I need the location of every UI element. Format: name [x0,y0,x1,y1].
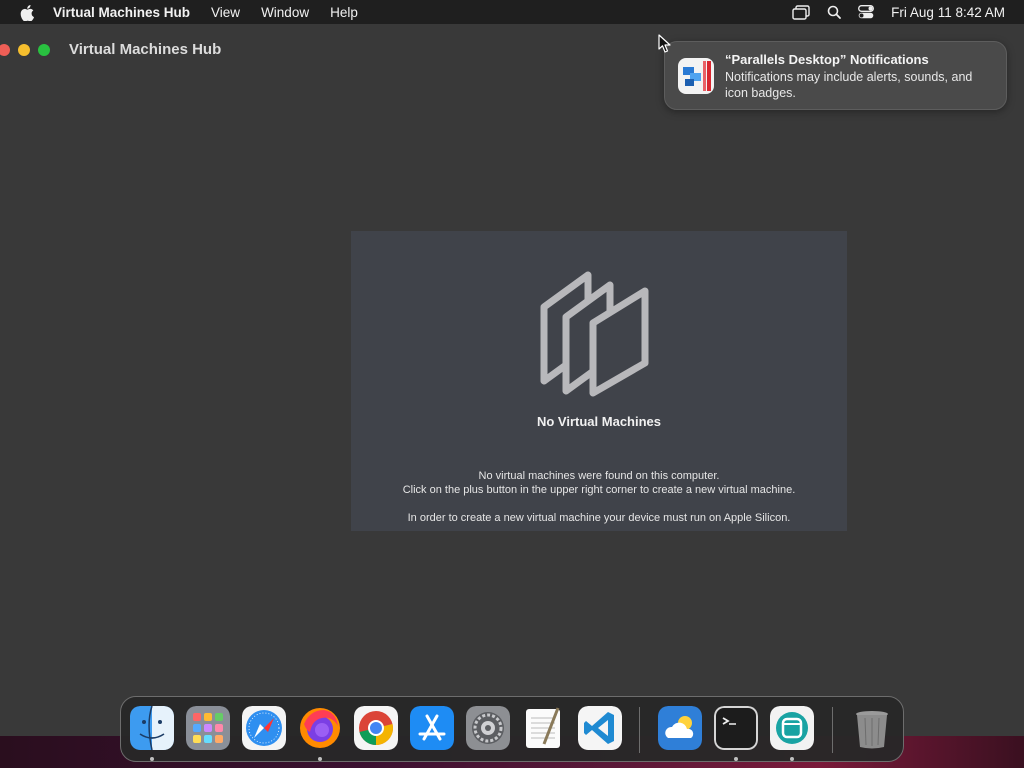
app-window: Virtual Machines Hub No Virtual Machines… [0,24,1024,768]
finder-running-indicator [150,757,154,761]
virtual-machines-hub-icon[interactable] [770,706,814,750]
status-area: Fri Aug 11 8:42 AM [775,5,1005,20]
virtual-machines-stack-icon [540,271,649,397]
empty-state-title: No Virtual Machines [536,414,661,429]
firefox-icon[interactable] [298,706,342,750]
launchpad-icon[interactable] [186,706,230,750]
finder-icon[interactable] [130,706,174,750]
menu-window[interactable]: Window [261,5,309,20]
menu-view[interactable]: View [211,5,240,20]
control-center-icon[interactable] [858,5,875,19]
empty-state-line-3: In order to create a new virtual machine… [407,512,791,524]
trash-icon[interactable] [850,706,894,750]
spotlight-search-icon[interactable] [827,5,842,19]
notification-title: “Parallels Desktop” Notifications [725,52,929,67]
dock-separator [832,707,833,753]
menu-bar-clock[interactable]: Fri Aug 11 8:42 AM [891,5,1005,20]
safari-icon[interactable] [242,706,286,750]
menu-help[interactable]: Help [330,5,358,20]
menu-app-name[interactable]: Virtual Machines Hub [53,5,190,20]
notification-body: Notifications may include alerts, sounds… [725,70,973,100]
terminal-icon[interactable] [714,706,758,750]
empty-state-line-2: Click on the plus button in the upper ri… [402,484,796,496]
textedit-icon[interactable] [522,706,566,750]
window-maximize-button[interactable] [38,44,50,56]
virtual-machines-hub-running-indicator [790,757,794,761]
system-settings-icon[interactable] [466,706,510,750]
app-store-icon[interactable] [410,706,454,750]
apple-menu-icon[interactable] [20,5,34,21]
notification-banner[interactable]: “Parallels Desktop” Notifications Notifi… [664,41,1007,110]
dock [120,696,904,762]
terminal-running-indicator [734,757,738,761]
menu-bar: Virtual Machines Hub View Window Help Fr… [0,0,1024,24]
empty-state-panel: No Virtual Machines No virtual machines … [351,231,847,531]
weather-icon[interactable] [658,706,702,750]
window-close-button[interactable] [0,44,10,56]
mouse-cursor-icon [658,34,671,53]
chrome-icon[interactable] [354,706,398,750]
window-minimize-button[interactable] [18,44,30,56]
dock-separator [639,707,640,753]
screen-mirroring-icon[interactable] [792,4,810,20]
vscode-icon[interactable] [578,706,622,750]
parallels-desktop-icon [678,58,714,94]
empty-state-line-1: No virtual machines were found on this c… [478,470,720,482]
window-title: Virtual Machines Hub [69,41,222,58]
firefox-running-indicator [318,757,322,761]
